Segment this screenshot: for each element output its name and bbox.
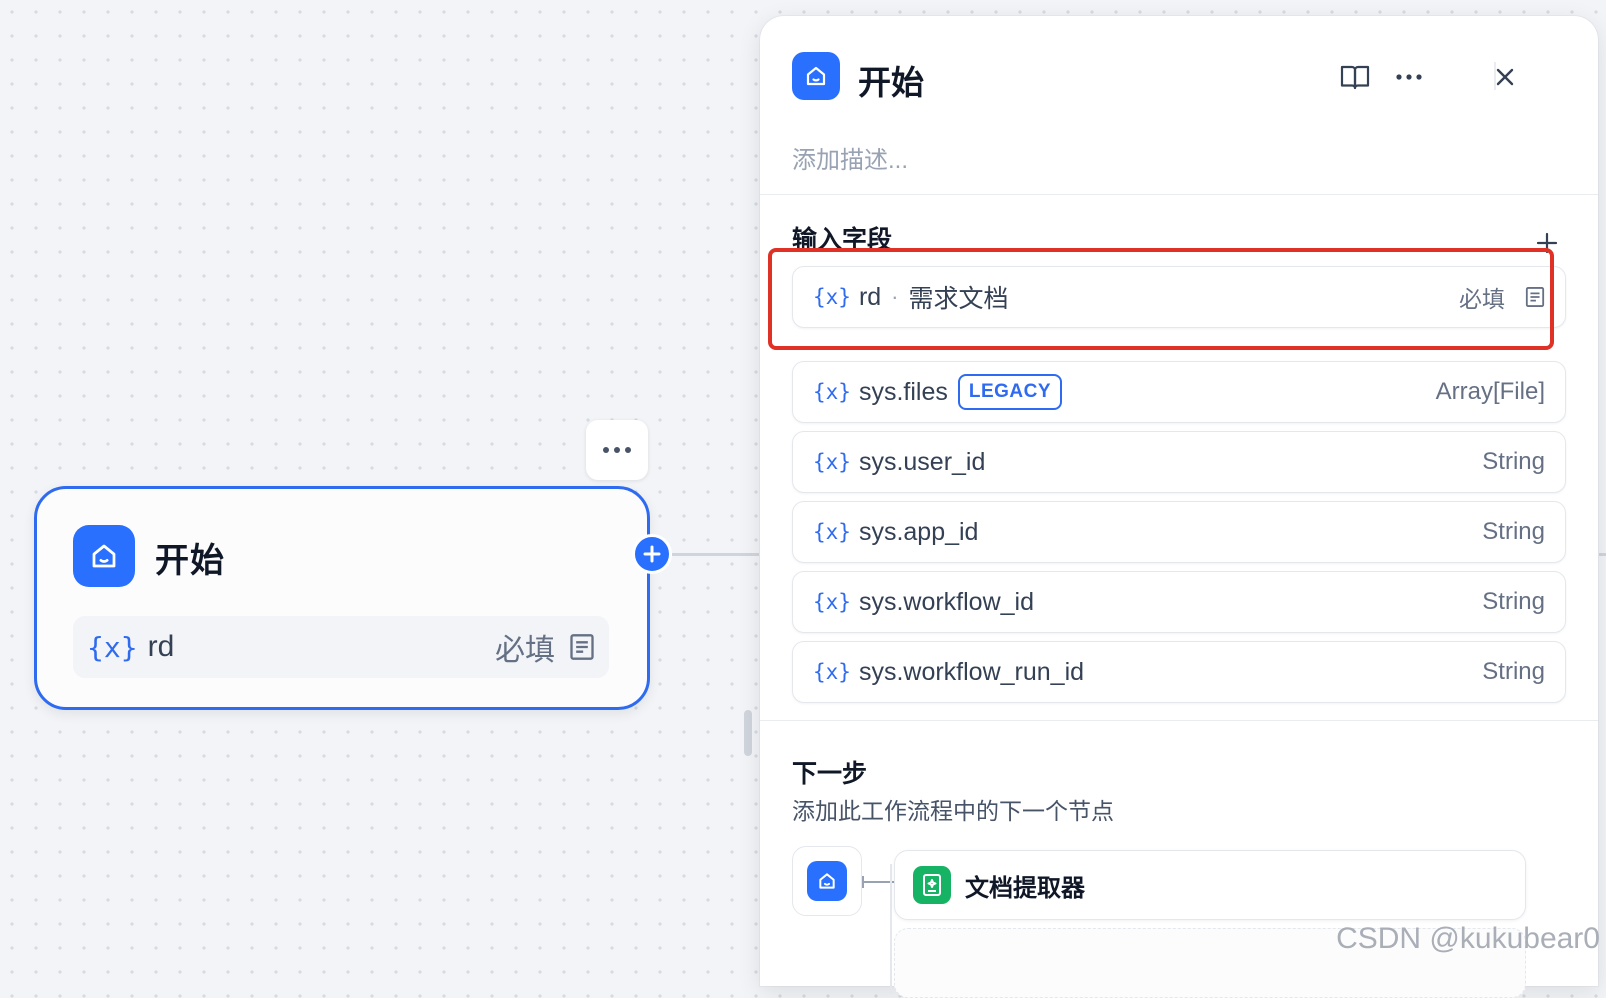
more-icon (1396, 74, 1422, 80)
help-docs-button[interactable] (1338, 60, 1372, 94)
input-field-row[interactable]: {x} sys.workflow_run_id String (792, 641, 1566, 703)
variable-icon: {x} (813, 450, 851, 474)
required-label: 必填 (495, 634, 555, 667)
divider (760, 720, 1598, 721)
variable-icon: {x} (813, 590, 851, 614)
node-settings-panel: 开始 添加描述... 输入字段 {x} rd · 需求文档 必填 {x} sys… (760, 16, 1598, 998)
plus-icon (643, 545, 661, 563)
variable-name: rd (147, 630, 175, 663)
variable-icon: {x} (813, 520, 851, 544)
description-input[interactable]: 添加描述... (792, 140, 908, 175)
home-icon (73, 525, 135, 587)
variable-icon: {x} (87, 630, 138, 664)
input-field-row[interactable]: {x} sys.workflow_id String (792, 571, 1566, 633)
document-icon (570, 634, 594, 660)
divider (760, 194, 1598, 195)
variable-icon: {x} (813, 660, 851, 684)
field-name: sys.workflow_run_id (858, 657, 1085, 686)
field-type: String (1482, 448, 1545, 475)
book-icon (1340, 65, 1370, 90)
next-step-title: 下一步 (792, 760, 868, 788)
node-title: 开始 (155, 542, 225, 580)
add-next-node-button[interactable] (632, 534, 672, 574)
field-name: sys.app_id (858, 517, 979, 546)
field-name: sys.workflow_id (858, 587, 1034, 616)
input-field-row[interactable]: {x} sys.user_id String (792, 431, 1566, 493)
next-node-label: 文档提取器 (965, 874, 1085, 902)
more-dot-icon (625, 447, 631, 453)
current-node-chip (792, 846, 862, 916)
field-type: String (1482, 588, 1545, 615)
watermark: CSDN @kukubear0 (1336, 922, 1600, 955)
node-variable-row[interactable]: {x} rd 必填 (73, 616, 609, 678)
node-more-button[interactable] (586, 420, 648, 480)
more-dot-icon (603, 447, 609, 453)
field-type: String (1482, 658, 1545, 685)
next-step-subtitle: 添加此工作流程中的下一个节点 (792, 798, 1114, 824)
variable-icon: {x} (813, 380, 851, 404)
home-icon (807, 861, 847, 901)
highlight-annotation (768, 248, 1554, 350)
more-dot-icon (614, 447, 620, 453)
branch-line (890, 864, 892, 994)
legacy-badge: LEGACY (957, 374, 1063, 410)
panel-title[interactable]: 开始 (858, 56, 924, 104)
next-node-document-extractor[interactable]: 文档提取器 (894, 850, 1526, 920)
document-extractor-icon (913, 866, 951, 904)
input-field-row[interactable]: {x} sys.files LEGACY Array[File] (792, 361, 1566, 423)
field-name: sys.user_id (858, 447, 986, 476)
close-icon (1496, 68, 1514, 86)
field-type: Array[File] (1435, 378, 1545, 405)
home-icon (792, 52, 840, 100)
start-node[interactable]: 开始 {x} rd 必填 (34, 486, 650, 710)
close-button[interactable] (1488, 60, 1522, 94)
input-field-row[interactable]: {x} sys.app_id String (792, 501, 1566, 563)
edge-connector (672, 553, 762, 556)
field-name: sys.files (858, 377, 948, 406)
panel-resize-handle[interactable] (744, 710, 752, 756)
field-type: String (1482, 518, 1545, 545)
more-options-button[interactable] (1392, 60, 1426, 94)
